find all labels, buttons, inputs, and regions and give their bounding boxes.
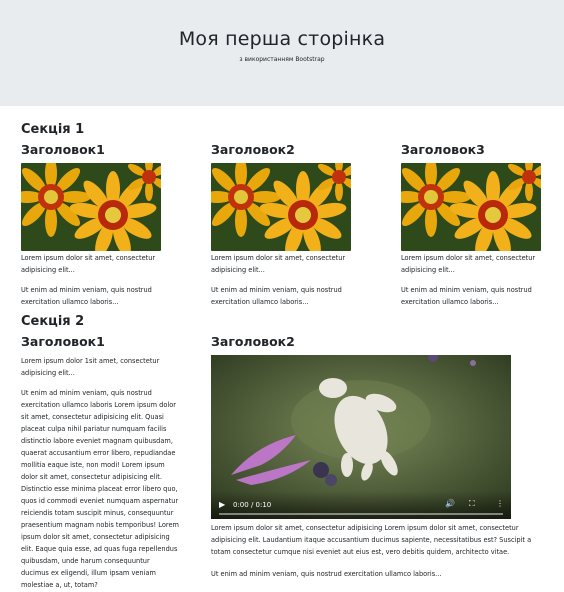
text-line: Lorem ipsum dolor sit amet, consectetur … xyxy=(211,524,519,532)
section-1-col-3-text-2: Ut enim ad minim veniam, quis nostrud ex… xyxy=(401,286,532,306)
text-line: Ut enim ad minim veniam, quis nostrud xyxy=(21,389,152,397)
video-player[interactable]: ▶ 0:00 / 0:10 🔊 ⛶ ⋮ xyxy=(211,355,511,519)
section-2-heading-1: Заголовок1 xyxy=(21,334,105,349)
section-1-heading-3: Заголовок3 xyxy=(401,142,485,157)
page-subtitle: з використанням Bootstrap xyxy=(239,56,325,63)
play-icon[interactable]: ▶ xyxy=(219,500,225,509)
text-line: mollitia eaque iste, non modi! Lorem ips… xyxy=(21,461,165,469)
flower-image-3 xyxy=(401,163,541,251)
fullscreen-icon[interactable]: ⛶ xyxy=(469,499,475,509)
section-2-left-text-1: Lorem ipsum dolor 1sit amet, consectetur… xyxy=(21,355,201,379)
flower-image-1 xyxy=(21,163,161,251)
text-line: ipsum dolor sit amet, consectetur adipis… xyxy=(21,533,170,541)
text-line: ducimus ex eligendi, illum ipsam veniam xyxy=(21,569,156,577)
text-line: exercitation ullamco laboris Lorem ipsum… xyxy=(21,401,176,409)
section-2-title: Секція 2 xyxy=(21,314,85,329)
page-title: Моя перша сторінка xyxy=(178,28,386,50)
text-line: adipisicing elit. Laudantium itaque accu… xyxy=(211,536,532,544)
section-1-heading-1: Заголовок1 xyxy=(21,142,105,157)
text-line: quibusdam, unde harum consequuntur xyxy=(21,557,150,565)
progress-bar[interactable] xyxy=(219,513,503,515)
text-line: Distinctio esse minima placeat error lib… xyxy=(21,485,178,493)
text-line: sit amet, consectetur adipisicing elit. … xyxy=(21,413,164,421)
text-line: totam consectetur cumque nisi eveniet au… xyxy=(211,548,510,556)
video-controls: ▶ 0:00 / 0:10 🔊 ⛶ ⋮ xyxy=(211,491,511,519)
volume-icon[interactable]: 🔊 xyxy=(445,499,455,508)
section-1-col-2-text-2: Ut enim ad minim veniam, quis nostrud ex… xyxy=(211,286,342,306)
section-1-title: Секція 1 xyxy=(21,122,85,137)
text-line: elit. Eaque quia esse, ad quas fuga repe… xyxy=(21,545,178,553)
text-line: reiciendis totam suscipit minus, consequ… xyxy=(21,509,174,517)
section-1-col-2-text-1: Lorem ipsum dolor sit amet, consectetur … xyxy=(211,254,346,274)
flower-image-2 xyxy=(211,163,351,251)
section-1-col-3-text-1: Lorem ipsum dolor sit amet, consectetur … xyxy=(401,254,536,274)
video-time: 0:00 / 0:10 xyxy=(233,501,272,509)
text-line: dolor sit amet, consectetur adipisicing … xyxy=(21,473,162,481)
text-line: quos id commodi eveniet numquam aspernat… xyxy=(21,497,179,505)
section-1-col-1-text-1: Lorem ipsum dolor sit amet, consectetur … xyxy=(21,254,156,274)
text-line: distinctio labore eveniet magnam quibusd… xyxy=(21,437,173,445)
section-2-left-text-2: Ut enim ad minim veniam, quis nostrud ex… xyxy=(21,387,201,591)
text-line: Lorem ipsum dolor 1sit amet, consectetur xyxy=(21,357,160,365)
jumbotron-header: Моя перша сторінка з використанням Boots… xyxy=(0,0,564,106)
section-2-heading-2: Заголовок2 xyxy=(211,334,295,349)
text-line: placeat culpa nihil pariatur numquam fac… xyxy=(21,425,167,433)
section-1-heading-2: Заголовок2 xyxy=(211,142,295,157)
section-1-col-1-text-2: Ut enim ad minim veniam, quis nostrud ex… xyxy=(21,286,152,306)
section-2-right-text-2: Ut enim ad minim veniam, quis nostrud ex… xyxy=(211,570,442,578)
section-2-right-text-1: Lorem ipsum dolor sit amet, consectetur … xyxy=(211,522,563,558)
more-options-icon[interactable]: ⋮ xyxy=(496,499,504,508)
text-line: praesentium magnam nobis temporibus! Lor… xyxy=(21,521,179,529)
text-line: molestiae a, ut, totam? xyxy=(21,581,98,589)
text-line: quaerat accusantium error libero, repudi… xyxy=(21,449,176,457)
text-line: adipisicing elit... xyxy=(21,369,75,377)
